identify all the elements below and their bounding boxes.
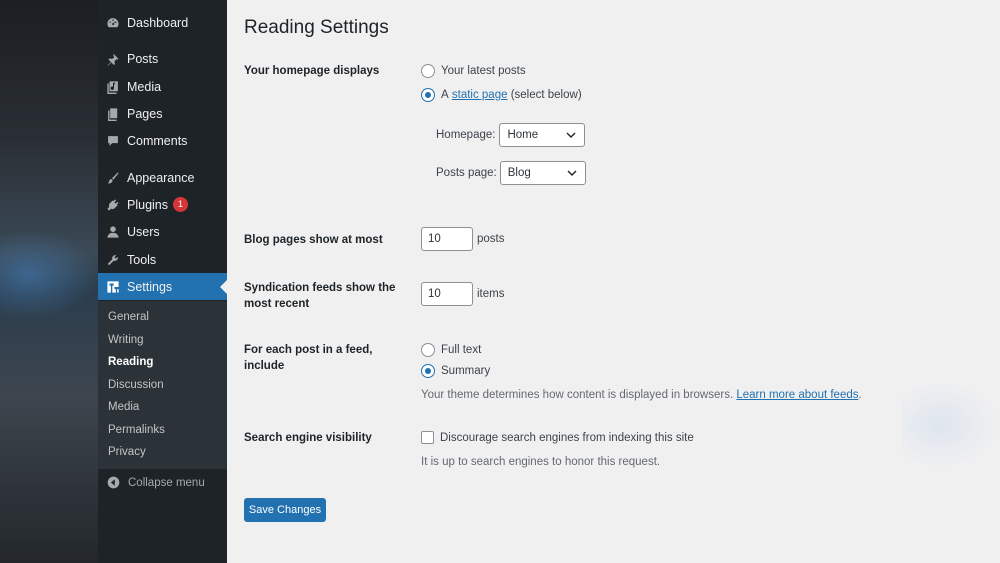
full-text-option[interactable]: Full text bbox=[421, 343, 481, 357]
sidebar-item-label: Media bbox=[127, 79, 162, 94]
submenu-item-writing[interactable]: Writing bbox=[108, 334, 144, 346]
sidebar-item-users[interactable]: Users bbox=[98, 218, 227, 245]
sidebar-item-media[interactable]: Media bbox=[98, 73, 227, 100]
sidebar-item-appearance[interactable]: Appearance bbox=[98, 164, 227, 191]
blog-pages-input[interactable]: 10 bbox=[421, 227, 473, 251]
sidebar-item-dashboard[interactable]: Dashboard bbox=[98, 9, 227, 36]
settings-content: Reading Settings Your homepage displays … bbox=[227, 0, 902, 563]
blog-pages-unit: posts bbox=[477, 233, 505, 245]
discourage-search-label: Discourage search engines from indexing … bbox=[440, 431, 694, 444]
sidebar-item-settings[interactable]: Settings bbox=[98, 273, 227, 300]
discourage-search-option[interactable]: Discourage search engines from indexing … bbox=[421, 431, 694, 444]
admin-sidebar: Dashboard Posts Media Pages Comments App… bbox=[98, 0, 227, 563]
static-page-prefix: A bbox=[441, 89, 449, 101]
collapse-menu-label: Collapse menu bbox=[128, 476, 205, 489]
sidebar-item-label: Users bbox=[127, 224, 160, 239]
sidebar-item-posts[interactable]: Posts bbox=[98, 45, 227, 72]
sidebar-item-label: Settings bbox=[127, 279, 173, 294]
collapse-menu-button[interactable]: Collapse menu bbox=[98, 476, 205, 489]
blurred-background-right bbox=[902, 0, 1000, 563]
homepage-select-row: Homepage: Home bbox=[436, 123, 586, 147]
search-visibility-label: Search engine visibility bbox=[244, 432, 372, 444]
sidebar-item-label: Pages bbox=[127, 106, 163, 121]
sidebar-item-comments[interactable]: Comments bbox=[98, 127, 227, 154]
sidebar-item-label: Posts bbox=[127, 51, 159, 66]
search-visibility-description: It is up to search engines to honor this… bbox=[421, 456, 661, 468]
pin-icon bbox=[106, 52, 120, 66]
sidebar-item-label: Comments bbox=[127, 133, 188, 148]
wrench-icon bbox=[106, 253, 120, 267]
sidebar-item-plugins[interactable]: Plugins 1 bbox=[98, 191, 227, 218]
posts-page-select[interactable]: Blog bbox=[499, 161, 586, 185]
collapse-arrow-icon bbox=[107, 476, 120, 489]
homepage-select[interactable]: Home bbox=[499, 123, 586, 147]
latest-posts-option[interactable]: Your latest posts bbox=[421, 64, 526, 78]
syndication-row: 10 items bbox=[421, 282, 504, 306]
sidebar-item-tools[interactable]: Tools bbox=[98, 246, 227, 273]
discourage-search-checkbox[interactable] bbox=[421, 431, 434, 444]
feed-description-end: . bbox=[858, 389, 862, 401]
chevron-down-icon bbox=[567, 170, 577, 176]
dashboard-icon bbox=[106, 16, 120, 30]
settings-icon bbox=[106, 280, 120, 294]
page-title: Reading Settings bbox=[244, 17, 389, 38]
pages-icon bbox=[106, 107, 120, 121]
summary-label: Summary bbox=[441, 365, 491, 377]
plugin-icon bbox=[106, 198, 120, 212]
static-page-radio[interactable] bbox=[421, 88, 435, 102]
sidebar-item-label: Tools bbox=[127, 252, 157, 267]
static-page-option[interactable]: A static page (select below) bbox=[421, 88, 582, 102]
summary-radio[interactable] bbox=[421, 364, 435, 378]
sidebar-item-label: Appearance bbox=[127, 170, 195, 185]
homepage-select-value: Home bbox=[507, 129, 539, 141]
save-changes-button[interactable]: Save Changes bbox=[244, 498, 326, 522]
submenu-item-reading[interactable]: Reading bbox=[108, 356, 153, 368]
sidebar-item-pages[interactable]: Pages bbox=[98, 100, 227, 127]
posts-page-select-value: Blog bbox=[507, 167, 531, 179]
user-icon bbox=[106, 225, 120, 239]
summary-option[interactable]: Summary bbox=[421, 364, 490, 378]
brush-icon bbox=[106, 171, 120, 185]
blog-pages-label: Blog pages show at most bbox=[244, 234, 383, 246]
full-text-radio[interactable] bbox=[421, 343, 435, 357]
syndication-input[interactable]: 10 bbox=[421, 282, 473, 306]
comment-icon bbox=[106, 134, 120, 148]
sidebar-item-label: Plugins bbox=[127, 197, 168, 212]
posts-page-select-row: Posts page: Blog bbox=[436, 161, 586, 185]
submenu-item-general[interactable]: General bbox=[108, 311, 149, 323]
submenu-item-privacy[interactable]: Privacy bbox=[108, 446, 146, 458]
settings-submenu: General Writing Reading Discussion Media… bbox=[98, 301, 227, 469]
learn-more-feeds-link[interactable]: Learn more about feeds bbox=[736, 389, 858, 401]
submenu-item-media[interactable]: Media bbox=[108, 401, 139, 413]
posts-page-select-label: Posts page: bbox=[436, 167, 497, 179]
latest-posts-radio[interactable] bbox=[421, 64, 435, 78]
full-text-label: Full text bbox=[441, 344, 482, 356]
media-icon bbox=[106, 80, 120, 94]
latest-posts-label: Your latest posts bbox=[441, 65, 526, 77]
blog-pages-row: 10 posts bbox=[421, 227, 505, 251]
chevron-down-icon bbox=[566, 132, 576, 138]
static-page-suffix: (select below) bbox=[510, 89, 582, 101]
blurred-background-left bbox=[0, 0, 98, 563]
feed-description: Your theme determines how content is dis… bbox=[421, 389, 862, 401]
submenu-item-permalinks[interactable]: Permalinks bbox=[108, 424, 165, 436]
sidebar-item-label: Dashboard bbox=[127, 15, 189, 30]
syndication-unit: items bbox=[477, 288, 505, 300]
plugin-update-badge: 1 bbox=[173, 197, 188, 212]
syndication-label: Syndication feeds show the most recent bbox=[244, 282, 396, 310]
homepage-select-label: Homepage: bbox=[436, 129, 496, 141]
static-page-link[interactable]: static page bbox=[452, 89, 508, 101]
homepage-displays-label: Your homepage displays bbox=[244, 65, 380, 77]
feed-content-label: For each post in a feed, include bbox=[244, 344, 373, 372]
feed-description-text: Your theme determines how content is dis… bbox=[421, 389, 734, 401]
submenu-item-discussion[interactable]: Discussion bbox=[108, 379, 164, 391]
